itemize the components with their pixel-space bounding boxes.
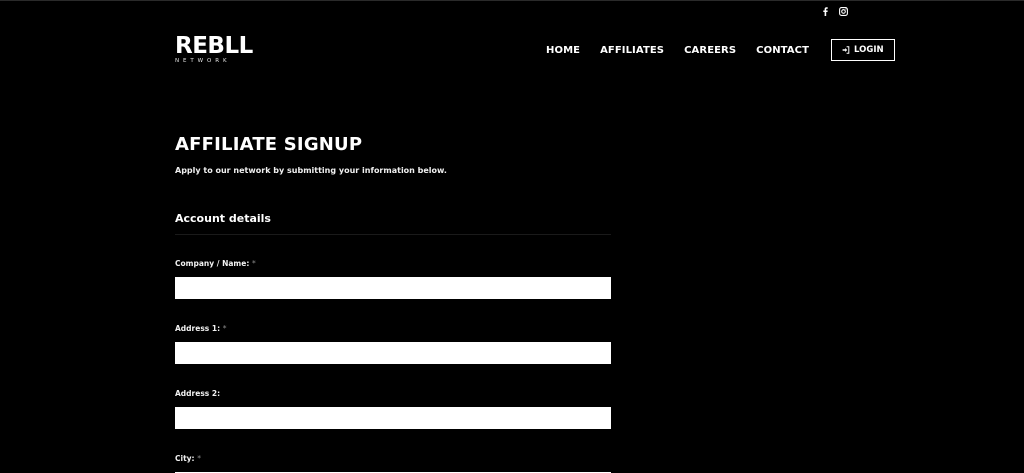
logo-tagline: NETWORK (175, 58, 231, 64)
field-company-name: Company / Name: * (175, 251, 611, 299)
logo-wordmark: REBLL (175, 33, 253, 59)
required-mark: * (251, 259, 256, 268)
nav-careers[interactable]: CAREERS (684, 45, 736, 56)
field-address-2: Address 2: (175, 381, 611, 429)
field-label: Address 2: (175, 389, 221, 398)
logo[interactable]: REBLL NETWORK (175, 35, 255, 65)
page-subtitle: Apply to our network by submitting your … (175, 166, 447, 175)
required-mark: * (197, 454, 201, 463)
field-label: Address 1: * (175, 324, 227, 333)
field-label: Company / Name: * (175, 259, 256, 268)
address-1-input[interactable] (175, 342, 611, 364)
signup-form: AFFILIATE SIGNUP Apply to our network by… (175, 134, 611, 473)
required-mark: * (222, 324, 227, 333)
login-button[interactable]: LOGIN (831, 39, 895, 61)
nav-home[interactable]: HOME (546, 45, 580, 56)
instagram-icon[interactable] (838, 6, 848, 16)
facebook-icon[interactable] (820, 6, 830, 16)
page-title: AFFILIATE SIGNUP (175, 134, 363, 155)
social-links (820, 6, 848, 16)
nav-affiliates[interactable]: AFFILIATES (600, 45, 664, 56)
field-city: City: * (175, 446, 611, 473)
page: REBLL NETWORK HOME AFFILIATES CAREERS CO… (0, 0, 1024, 473)
address-2-input[interactable] (175, 407, 611, 429)
main-nav: HOME AFFILIATES CAREERS CONTACT LOGIN (546, 39, 895, 61)
login-label: LOGIN (854, 45, 884, 55)
sign-in-icon (842, 46, 850, 54)
nav-contact[interactable]: CONTACT (756, 45, 809, 56)
field-address-1: Address 1: * (175, 316, 611, 364)
field-label: City: * (175, 454, 201, 463)
company-name-input[interactable] (175, 277, 611, 299)
section-title-account-details: Account details (175, 212, 611, 235)
